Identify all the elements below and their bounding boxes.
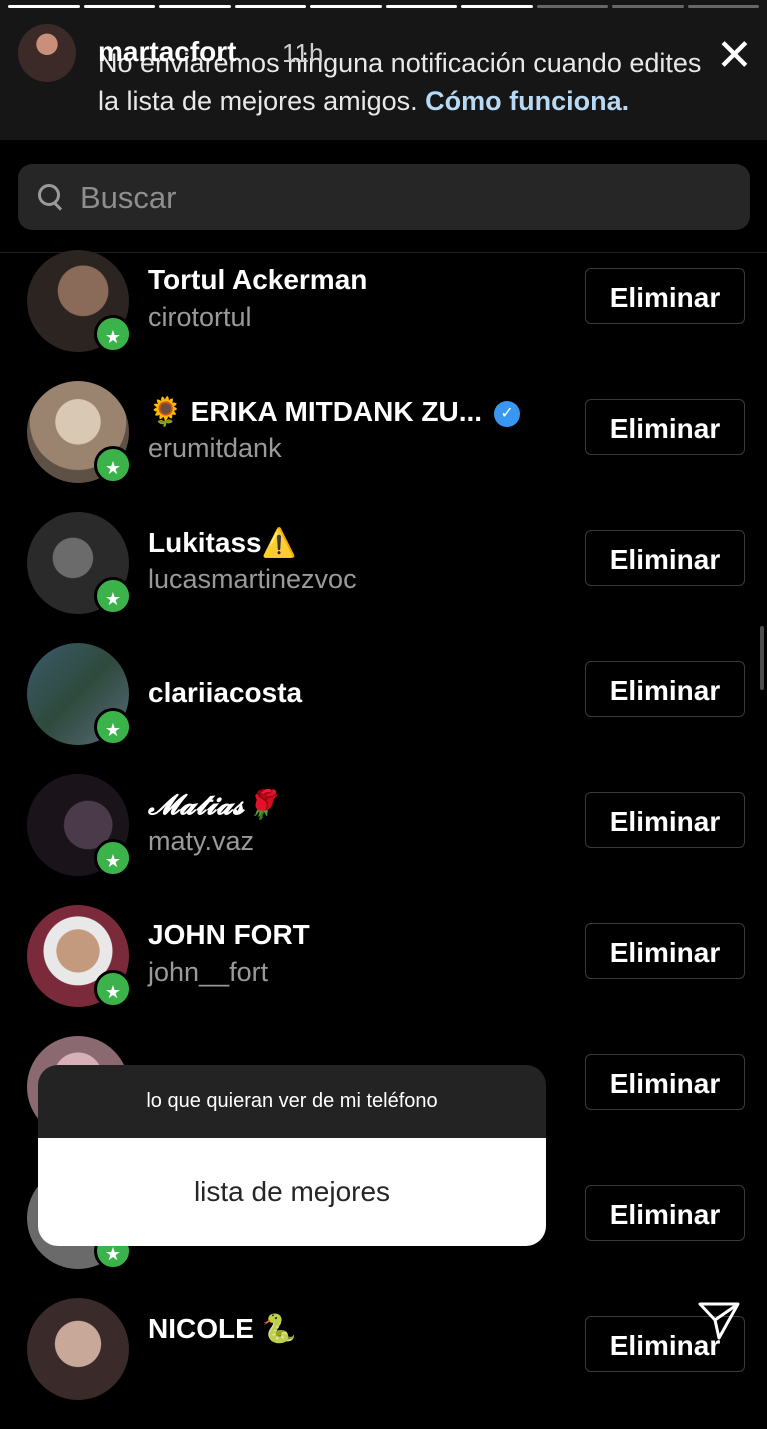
friend-name-row: 🌻 ERIKA MITDANK ZU... ✓ [148, 395, 521, 428]
star-icon: ★ [94, 970, 132, 1008]
friend-name: clariiacosta [148, 677, 303, 708]
friend-name: JOHN FORT [148, 919, 310, 950]
question-sticker-answer: lista de mejores [38, 1138, 546, 1246]
send-icon[interactable] [697, 1298, 741, 1342]
progress-segment [461, 5, 533, 8]
progress-segment [687, 5, 759, 8]
friend-name: 🌻 ERIKA MITDANK ZU... [148, 396, 483, 427]
remove-button[interactable]: Eliminar [585, 792, 745, 848]
remove-button[interactable]: Eliminar [585, 661, 745, 717]
remove-button[interactable]: Eliminar [585, 923, 745, 979]
story-username[interactable]: martacfort [98, 36, 236, 68]
progress-segment [83, 5, 155, 8]
star-icon: ★ [94, 708, 132, 746]
progress-segment [310, 5, 382, 8]
friend-handle: lucasmartinezvoc [148, 564, 357, 594]
friend-handle: cirotortul [148, 302, 252, 332]
list-item: ★ 𝓜𝓪𝓽𝓲𝓪𝓼🌹 maty.vaz Eliminar [0, 774, 767, 905]
progress-segment [536, 5, 608, 8]
friend-name: Lukitass⚠️ [148, 527, 297, 558]
how-it-works-link[interactable]: Cómo funciona. [425, 86, 629, 116]
friend-handle: john__fort [148, 957, 269, 987]
friend-handle: erumitdank [148, 433, 282, 463]
progress-segment [385, 5, 457, 8]
friend-name: Tortul Ackerman [148, 264, 368, 295]
friend-handle: maty.vaz [148, 826, 255, 856]
star-icon: ★ [94, 315, 132, 353]
close-icon[interactable]: ✕ [716, 34, 753, 78]
list-item: ★ Tortul Ackerman cirotortul Eliminar [0, 250, 767, 381]
question-sticker-prompt: lo que quieran ver de mi teléfono [38, 1065, 546, 1138]
list-item: NICOLE 🐍 Eliminar [0, 1298, 767, 1429]
list-item: ★ Lukitass⚠️ lucasmartinezvoc Eliminar [0, 512, 767, 643]
verified-icon: ✓ [494, 400, 521, 427]
remove-button[interactable]: Eliminar [585, 530, 745, 586]
search-input[interactable] [78, 174, 722, 222]
remove-button[interactable]: Eliminar [585, 1054, 745, 1110]
progress-segment [159, 5, 231, 8]
friend-name: 𝓜𝓪𝓽𝓲𝓪𝓼🌹 [148, 788, 280, 821]
progress-segment [8, 5, 80, 8]
star-icon: ★ [94, 446, 132, 484]
story-header: No enviaremos ninguna notificación cuand… [0, 0, 767, 140]
friend-name: NICOLE 🐍 [148, 1313, 297, 1344]
avatar[interactable] [27, 1298, 129, 1400]
list-item: ★ 🌻 ERIKA MITDANK ZU... ✓ erumitdank Elim… [0, 381, 767, 512]
remove-button[interactable]: Eliminar [585, 399, 745, 455]
list-item: ★ clariiacosta Eliminar [0, 643, 767, 774]
remove-button[interactable]: Eliminar [585, 268, 745, 324]
progress-segment [234, 5, 306, 8]
story-time: 11h [282, 38, 324, 68]
list-item: ★ JOHN FORT john__fort Eliminar [0, 905, 767, 1036]
search-bar[interactable] [18, 164, 750, 230]
star-icon: ★ [94, 577, 132, 615]
search-icon [38, 184, 60, 206]
story-avatar[interactable] [18, 24, 76, 82]
scrollbar[interactable] [760, 626, 764, 690]
progress-segment [612, 5, 684, 8]
story-progress-bar [8, 5, 759, 8]
remove-button[interactable]: Eliminar [585, 1185, 745, 1241]
star-icon: ★ [94, 839, 132, 877]
